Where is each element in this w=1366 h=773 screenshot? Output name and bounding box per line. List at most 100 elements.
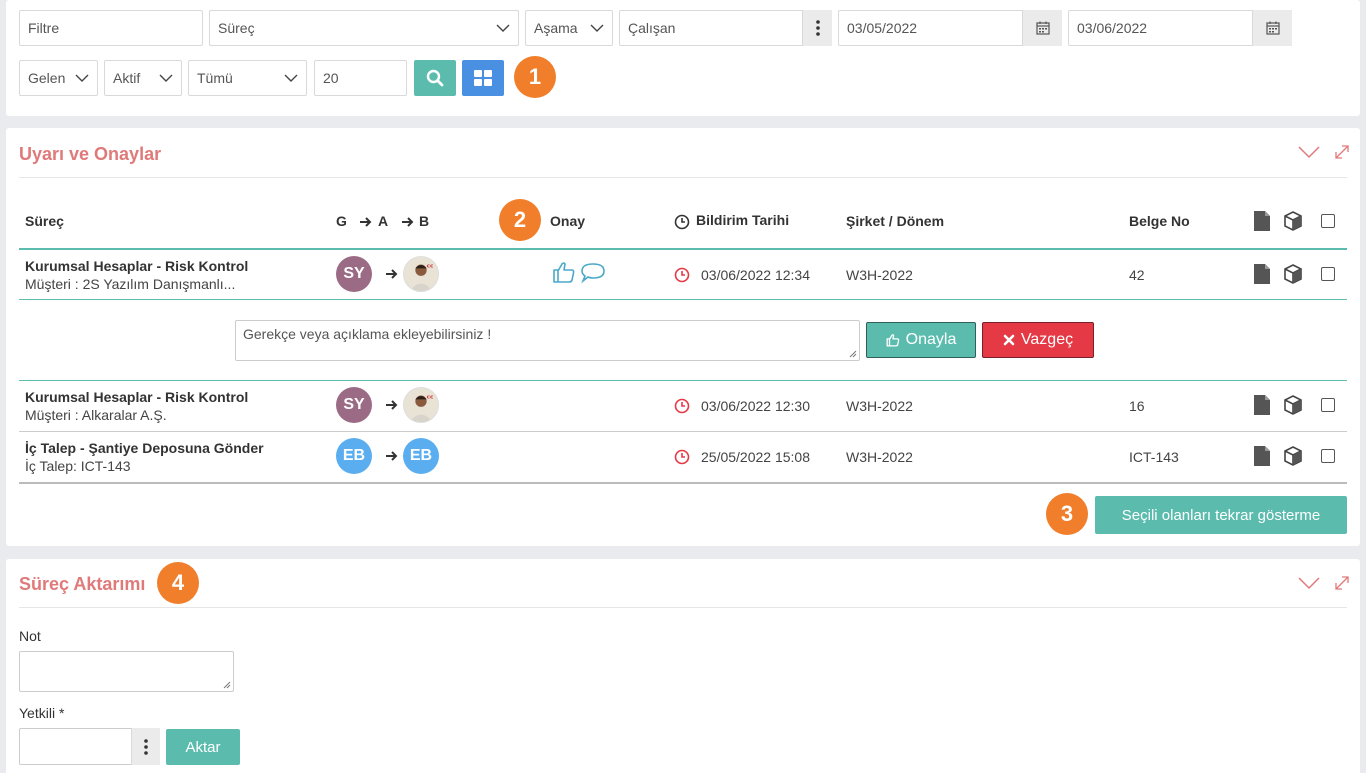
yetkili-label: Yetkili * xyxy=(19,705,65,721)
row-date: 25/05/2022 15:08 xyxy=(701,449,810,465)
tumu-select-value: Tümü xyxy=(197,70,233,86)
arrow-right-icon xyxy=(386,269,398,279)
cancel-button-label: Vazgeç xyxy=(1020,331,1074,348)
row-company: W3H-2022 xyxy=(846,267,913,283)
note-textarea[interactable] xyxy=(19,651,234,692)
expand-icon[interactable] xyxy=(1334,575,1350,591)
surec-select[interactable]: Süreç xyxy=(209,10,519,46)
cube-icon xyxy=(1284,211,1302,231)
row-company: W3H-2022 xyxy=(846,449,913,465)
grid-view-button[interactable] xyxy=(462,60,504,96)
note-label: Not xyxy=(19,628,41,644)
table-bottom-divider xyxy=(19,482,1347,484)
aktar-button[interactable]: Aktar xyxy=(166,729,240,765)
document-icon[interactable] xyxy=(1254,264,1270,284)
tumu-select[interactable]: Tümü xyxy=(188,60,307,96)
col-header-b: B xyxy=(419,213,430,229)
clock-icon xyxy=(674,214,690,230)
asama-select-value: Aşama xyxy=(534,20,578,36)
comment-textarea-placeholder: Gerekçe veya açıklama ekleyebilirsiniz ! xyxy=(243,326,492,342)
date-end-picker[interactable] xyxy=(1252,10,1292,46)
date-start-value: 03/05/2022 xyxy=(847,20,918,36)
callout-badge-1: 1 xyxy=(514,56,556,98)
count-input[interactable]: 20 xyxy=(314,60,407,96)
hide-selected-button[interactable]: Seçili olanları tekrar gösterme xyxy=(1095,496,1347,534)
col-header-a: A xyxy=(378,213,389,229)
chevron-down-icon[interactable] xyxy=(1298,145,1320,159)
cube-icon[interactable] xyxy=(1283,264,1303,284)
callout-badge-2: 2 xyxy=(499,199,541,241)
row-company: W3H-2022 xyxy=(846,398,913,414)
chevron-down-icon xyxy=(496,24,510,32)
date-start-input[interactable]: 03/05/2022 xyxy=(838,10,1062,46)
calisan-picker-button[interactable] xyxy=(802,10,832,46)
count-input-value: 20 xyxy=(323,70,339,86)
gelen-select-value: Gelen xyxy=(28,70,66,86)
alerts-panel: Uyarı ve Onaylar Süreç G A B 2 Onay Bild… xyxy=(6,128,1360,546)
person-photo-icon: cc xyxy=(404,388,438,422)
chevron-down-icon[interactable] xyxy=(1298,576,1320,590)
row-date: 03/06/2022 12:34 xyxy=(701,267,810,283)
row-title: Kurumsal Hesaplar - Risk Kontrol xyxy=(25,258,249,274)
row-doc-no: 42 xyxy=(1129,267,1145,283)
chevron-down-icon xyxy=(284,74,298,82)
alerts-panel-title: Uyarı ve Onaylar xyxy=(19,144,162,164)
kebab-icon xyxy=(815,20,820,36)
date-end-input[interactable]: 03/06/2022 xyxy=(1068,10,1292,46)
row-checkbox[interactable] xyxy=(1321,398,1335,412)
avatar: EB xyxy=(403,438,439,474)
chevron-down-icon xyxy=(159,74,173,82)
date-end-value: 03/06/2022 xyxy=(1077,20,1148,36)
aktif-select[interactable]: Aktif xyxy=(104,60,182,96)
resize-handle-icon[interactable] xyxy=(223,681,231,689)
transfer-panel-title: Süreç Aktarımı xyxy=(19,574,146,594)
expand-icon[interactable] xyxy=(1334,144,1350,160)
document-icon[interactable] xyxy=(1254,395,1270,415)
row-doc-no: 16 xyxy=(1129,398,1145,414)
calisan-input-value: Çalışan xyxy=(628,20,676,36)
svg-text:cc: cc xyxy=(427,263,434,269)
asama-select[interactable]: Aşama xyxy=(525,10,613,46)
yetkili-input[interactable] xyxy=(19,728,160,765)
close-icon xyxy=(1003,334,1015,346)
cancel-button[interactable]: Vazgeç xyxy=(982,322,1094,358)
yetkili-picker-button[interactable] xyxy=(131,728,160,765)
search-icon xyxy=(426,69,444,87)
avatar: EB xyxy=(336,438,372,474)
resize-handle-icon[interactable] xyxy=(849,350,857,358)
transfer-panel-controls xyxy=(1298,575,1350,591)
filter-input[interactable]: Filtre xyxy=(19,10,203,46)
header-divider xyxy=(19,248,1347,250)
alerts-panel-controls xyxy=(1298,144,1350,160)
approve-button[interactable]: Onayla xyxy=(866,322,976,358)
row-doc-no: ICT-143 xyxy=(1129,449,1179,465)
search-button[interactable] xyxy=(414,60,456,96)
arrow-right-icon xyxy=(402,217,414,227)
alerts-panel-divider xyxy=(19,177,1347,178)
kebab-icon xyxy=(144,738,148,755)
row-subtitle: Müşteri : 2S Yazılım Danışmanlı... xyxy=(25,276,236,292)
row-divider xyxy=(19,380,1347,381)
row-checkbox[interactable] xyxy=(1321,267,1335,281)
select-all-checkbox[interactable] xyxy=(1321,214,1335,228)
comment-textarea[interactable]: Gerekçe veya açıklama ekleyebilirsiniz ! xyxy=(235,320,860,361)
col-header-g: G xyxy=(336,213,347,229)
col-header-surec: Süreç xyxy=(25,213,64,229)
document-icon[interactable] xyxy=(1254,446,1270,466)
cube-icon[interactable] xyxy=(1283,395,1303,415)
person-photo-icon: cc xyxy=(404,257,438,291)
clock-icon xyxy=(674,398,690,414)
date-start-picker[interactable] xyxy=(1022,10,1062,46)
comment-icon[interactable] xyxy=(580,262,606,284)
approve-button-label: Onayla xyxy=(905,331,957,348)
cube-icon[interactable] xyxy=(1283,446,1303,466)
callout-badge-4: 4 xyxy=(157,562,199,604)
calisan-input[interactable]: Çalışan xyxy=(619,10,832,46)
gelen-select[interactable]: Gelen xyxy=(19,60,98,96)
col-header-sirket-donem: Şirket / Dönem xyxy=(846,213,945,229)
row-subtitle: İç Talep: ICT-143 xyxy=(25,458,131,474)
thumbs-up-icon[interactable] xyxy=(552,260,576,284)
row-checkbox[interactable] xyxy=(1321,449,1335,463)
arrow-right-icon xyxy=(360,217,372,227)
chevron-down-icon xyxy=(75,74,89,82)
